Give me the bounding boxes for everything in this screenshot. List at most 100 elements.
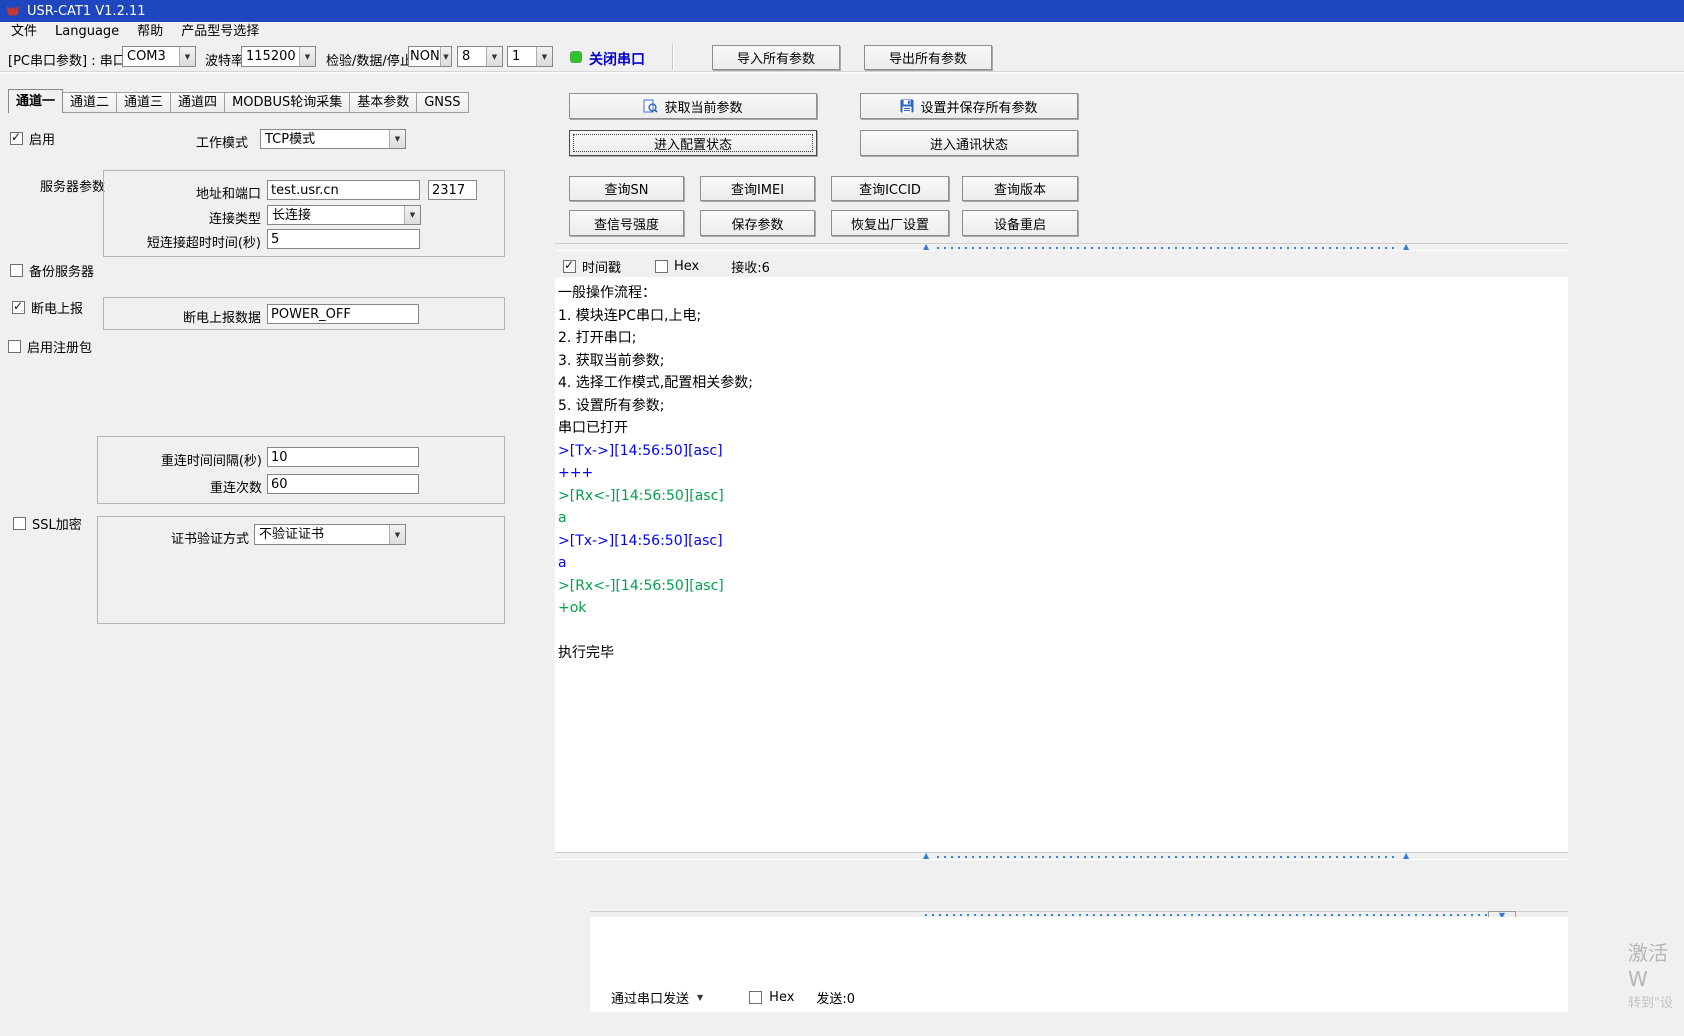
- log-line: >[Rx<-][14:56:50][asc]: [558, 485, 1568, 508]
- save-params-button[interactable]: 保存参数: [700, 210, 815, 236]
- export-params-button[interactable]: 导出所有参数: [864, 45, 992, 70]
- backup-server-row: 备份服务器: [10, 261, 94, 280]
- dropdown-arrow-icon[interactable]: ▼: [179, 47, 195, 66]
- send-controls-row: 通过串口发送 ▼ Hex 发送:0: [590, 986, 1568, 1008]
- stopbits-select[interactable]: 1 ▼: [507, 46, 553, 67]
- log-line: >[Rx<-][14:56:50][asc]: [558, 575, 1568, 598]
- tab-channel-1[interactable]: 通道一: [8, 89, 63, 113]
- dropdown-arrow-icon[interactable]: ▼: [404, 206, 420, 224]
- enable-label: 启用: [29, 129, 55, 148]
- splitter-dots: [937, 247, 1399, 249]
- log-line: 3. 获取当前参数;: [558, 350, 1568, 373]
- ssl-row: SSL加密: [13, 514, 82, 533]
- reconnect-count-input[interactable]: [267, 474, 419, 494]
- power-report-checkbox[interactable]: ✓: [12, 301, 25, 314]
- conn-type-label: 连接类型: [104, 208, 261, 227]
- tab-basic-params[interactable]: 基本参数: [350, 92, 417, 113]
- title-bar[interactable]: USR-CAT1 V1.2.11: [0, 0, 1684, 22]
- enter-comm-state-button[interactable]: 进入通讯状态: [860, 130, 1078, 156]
- dropdown-arrow-icon[interactable]: ▼: [389, 130, 405, 148]
- menu-item-product-select[interactable]: 产品型号选择: [172, 22, 268, 42]
- baud-select[interactable]: 115200 ▼: [241, 46, 316, 67]
- floppy-save-icon: [900, 99, 914, 113]
- splitter-collapse-icon[interactable]: ▲: [923, 851, 929, 861]
- ssl-group: 证书验证方式 不验证证书 ▼: [97, 516, 505, 624]
- channel-tabs: 通道一 通道二 通道三 通道四 MODBUS轮询采集 基本参数 GNSS: [8, 89, 469, 113]
- power-data-label: 断电上报数据: [104, 307, 261, 326]
- splitter-dots: [925, 914, 1488, 916]
- dropdown-arrow-icon[interactable]: ▼: [440, 47, 451, 66]
- timestamp-checkbox[interactable]: ✓: [563, 260, 576, 273]
- log-line: 5. 设置所有参数;: [558, 395, 1568, 418]
- register-pkg-row: 启用注册包: [8, 337, 92, 356]
- check-icon: ✓: [11, 130, 21, 144]
- reconnect-interval-input[interactable]: [267, 447, 419, 467]
- log-line: 2. 打开串口;: [558, 327, 1568, 350]
- log-line: +ok: [558, 597, 1568, 620]
- work-mode-select[interactable]: TCP模式 ▼: [260, 129, 406, 149]
- dropdown-arrow-icon[interactable]: ▼: [389, 525, 405, 544]
- menu-item-file[interactable]: 文件: [2, 22, 46, 42]
- splitter-middle[interactable]: ▲ ▲: [555, 852, 1568, 860]
- set-save-all-params-button[interactable]: 设置并保存所有参数: [860, 93, 1078, 119]
- search-doc-icon: [643, 99, 658, 114]
- log-line: a: [558, 507, 1568, 530]
- hex-rx-label: Hex: [674, 259, 699, 274]
- dropdown-arrow-icon[interactable]: ▼: [299, 47, 315, 66]
- register-pkg-checkbox[interactable]: [8, 340, 21, 353]
- enable-checkbox[interactable]: ✓: [10, 132, 23, 145]
- device-reboot-button[interactable]: 设备重启: [962, 210, 1078, 236]
- get-params-button[interactable]: 获取当前参数: [569, 93, 817, 119]
- power-report-row: ✓ 断电上报: [12, 298, 83, 317]
- query-imei-button[interactable]: 查询IMEI: [700, 176, 815, 201]
- reconnect-group: 重连时间间隔(秒) 重连次数: [97, 436, 505, 504]
- watermark-line2: 转到"设: [1628, 992, 1684, 1011]
- splitter-collapse-icon[interactable]: ▲: [923, 242, 929, 252]
- splitter-top[interactable]: ▲ ▲: [555, 243, 1568, 251]
- port-input[interactable]: [428, 180, 477, 200]
- hex-tx-checkbox[interactable]: [749, 991, 762, 1004]
- log-line: >[Tx->][14:56:50][asc]: [558, 440, 1568, 463]
- short-timeout-label: 短连接超时时间(秒): [104, 232, 261, 251]
- backup-server-checkbox[interactable]: [10, 264, 23, 277]
- menu-item-language[interactable]: Language: [46, 22, 128, 42]
- close-port-button[interactable]: 关闭串口: [589, 49, 645, 69]
- dropdown-arrow-icon[interactable]: ▼: [536, 47, 552, 66]
- query-version-button[interactable]: 查询版本: [962, 176, 1078, 201]
- tab-modbus-poll[interactable]: MODBUS轮询采集: [225, 92, 350, 113]
- tab-gnss[interactable]: GNSS: [417, 92, 468, 113]
- short-timeout-input[interactable]: [267, 229, 420, 249]
- import-params-button[interactable]: 导入所有参数: [712, 45, 840, 70]
- splitter-collapse-icon[interactable]: ▲: [1403, 851, 1409, 861]
- power-data-input[interactable]: [267, 304, 419, 324]
- send-via-serial-button[interactable]: 通过串口发送 ▼: [607, 987, 707, 1008]
- send-panel[interactable]: 通过串口发送 ▼ Hex 发送:0: [590, 917, 1568, 1012]
- hex-rx-checkbox[interactable]: [655, 260, 668, 273]
- address-input[interactable]: [267, 180, 420, 200]
- databits-select[interactable]: 8 ▼: [457, 46, 503, 67]
- query-signal-button[interactable]: 查信号强度: [569, 210, 684, 236]
- tab-channel-4[interactable]: 通道四: [171, 92, 225, 113]
- com-port-select[interactable]: COM3 ▼: [122, 46, 196, 67]
- splitter-collapse-icon[interactable]: ▲: [1403, 242, 1409, 252]
- reconnect-interval-label: 重连时间间隔(秒): [98, 450, 262, 469]
- cert-verify-select[interactable]: 不验证证书 ▼: [254, 524, 406, 545]
- tab-channel-3[interactable]: 通道三: [117, 92, 171, 113]
- log-line: 1. 模块连PC串口,上电;: [558, 305, 1568, 328]
- query-sn-button[interactable]: 查询SN: [569, 176, 684, 201]
- query-iccid-button[interactable]: 查询ICCID: [831, 176, 949, 201]
- log-line: >[Tx->][14:56:50][asc]: [558, 530, 1568, 553]
- dropdown-arrow-icon[interactable]: ▼: [486, 47, 502, 66]
- ssl-checkbox[interactable]: [13, 517, 26, 530]
- log-line: a: [558, 552, 1568, 575]
- hex-tx-label: Hex: [769, 990, 794, 1005]
- factory-reset-button[interactable]: 恢复出厂设置: [831, 210, 949, 236]
- tx-count-label: 发送:0: [816, 988, 855, 1007]
- ssl-label: SSL加密: [32, 514, 82, 533]
- menu-item-help[interactable]: 帮助: [128, 22, 172, 42]
- parity-select[interactable]: NONI ▼: [408, 46, 452, 67]
- enter-config-state-button[interactable]: 进入配置状态: [569, 130, 817, 156]
- conn-type-select[interactable]: 长连接 ▼: [267, 205, 421, 225]
- tab-channel-2[interactable]: 通道二: [63, 92, 117, 113]
- receive-log[interactable]: 一般操作流程：1. 模块连PC串口,上电;2. 打开串口;3. 获取当前参数;4…: [555, 277, 1568, 852]
